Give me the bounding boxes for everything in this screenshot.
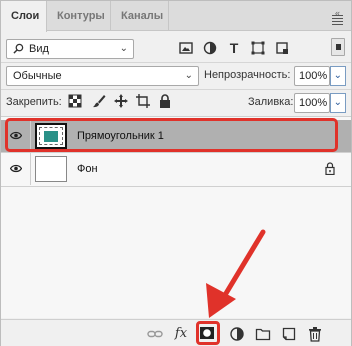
eye-icon [10, 164, 22, 173]
lock-all-icon[interactable] [157, 93, 173, 109]
filter-toggle[interactable] [331, 38, 345, 56]
visibility-toggle[interactable] [1, 153, 31, 185]
fill-label: Заливка: [248, 96, 294, 108]
tab-paths-label: Контуры [57, 10, 105, 22]
fx-label: fx [174, 326, 188, 341]
divider [1, 89, 351, 90]
image-filter-icon[interactable] [178, 40, 194, 56]
artboard-icon[interactable] [135, 93, 151, 109]
adjustment-layer-icon[interactable] [229, 326, 245, 342]
lock-transparent-pixels-icon[interactable] [67, 93, 83, 109]
divider [1, 62, 351, 63]
layers-panel: Слои Контуры Каналы « Вид ⌄ T Обычные ⌄ … [0, 0, 352, 346]
chevron-down-icon: ⌄ [184, 70, 193, 81]
layer-thumbnail[interactable] [35, 156, 67, 182]
tab-layers[interactable]: Слои [1, 1, 47, 32]
opacity-value: 100% [299, 70, 328, 82]
lock-label: Закрепить: [6, 96, 62, 108]
chevron-down-icon: ⌄ [333, 97, 342, 108]
layer-row-background[interactable]: Фон [1, 153, 351, 185]
search-icon [13, 43, 24, 54]
tab-bar: Слои Контуры Каналы « [1, 1, 351, 32]
filter-kind-label: Вид [29, 43, 49, 55]
new-group-icon[interactable] [255, 326, 271, 342]
chevron-down-icon: ⌄ [333, 70, 342, 81]
adjustment-filter-icon[interactable] [202, 40, 218, 56]
move-icon[interactable] [113, 93, 129, 109]
layer-style-icon[interactable]: fx [173, 326, 189, 342]
layer-divider [1, 186, 351, 187]
fill-value: 100% [299, 97, 328, 109]
tab-channels[interactable]: Каналы [111, 1, 169, 31]
chevron-down-icon: ⌄ [119, 43, 128, 54]
panel-menu-icon[interactable] [332, 15, 343, 27]
delete-layer-icon[interactable] [307, 326, 323, 342]
opacity-input[interactable]: 100% [294, 66, 330, 86]
opacity-label: Непрозрачность: [204, 69, 291, 81]
opacity-dropdown[interactable]: ⌄ [330, 66, 346, 86]
mask-button-highlight [196, 321, 220, 345]
brush-icon[interactable] [91, 93, 107, 109]
fill-input[interactable]: 100% [294, 93, 330, 113]
bottom-toolbar: fx [1, 319, 351, 346]
type-filter-icon[interactable]: T [226, 40, 242, 56]
layer-name[interactable]: Фон [77, 163, 98, 175]
lock-icon [325, 162, 335, 175]
tab-layers-label: Слои [11, 10, 40, 22]
smart-object-filter-icon[interactable] [274, 40, 290, 56]
selected-layer-highlight [5, 118, 338, 152]
shape-filter-icon[interactable] [250, 40, 266, 56]
new-layer-icon[interactable] [281, 326, 297, 342]
fill-dropdown[interactable]: ⌄ [330, 93, 346, 113]
tab-channels-label: Каналы [121, 10, 164, 22]
tab-paths[interactable]: Контуры [47, 1, 111, 31]
blend-mode-select[interactable]: Обычные ⌄ [6, 66, 199, 86]
filter-kind-select[interactable]: Вид ⌄ [6, 39, 134, 59]
blend-mode-value: Обычные [13, 70, 62, 82]
link-layers-icon[interactable] [147, 326, 163, 342]
